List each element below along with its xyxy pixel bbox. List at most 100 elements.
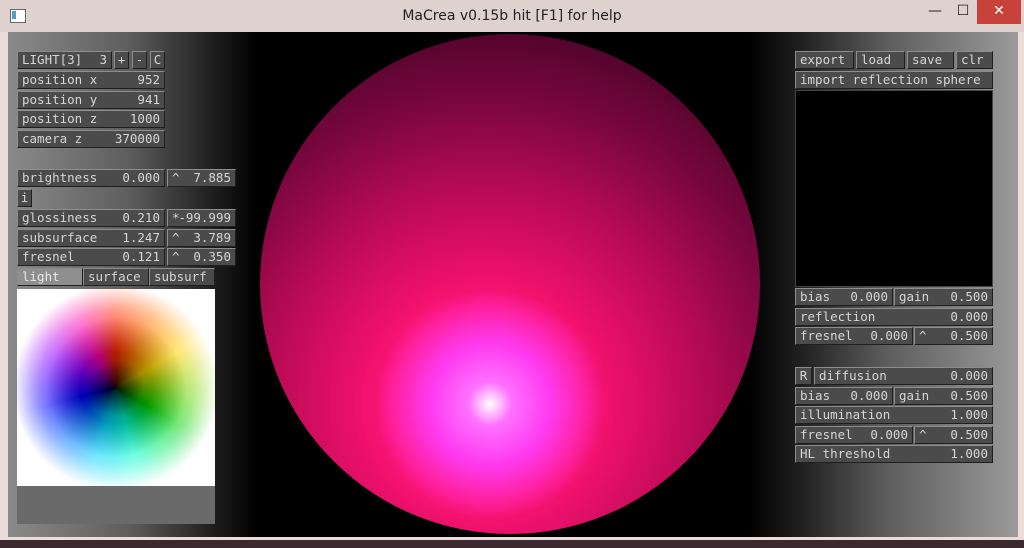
subsurface-value: 1.247 bbox=[122, 230, 160, 245]
title-bar[interactable]: MaCrea v0.15b hit [F1] for help — ☐ ✕ bbox=[0, 0, 1024, 32]
import-reflection-sphere-button[interactable]: import reflection sphere bbox=[795, 71, 993, 89]
position-y-value: 941 bbox=[137, 92, 160, 107]
color-picker-wheel[interactable] bbox=[17, 289, 215, 486]
diffusion-label: diffusion bbox=[819, 368, 887, 383]
light-selector-label: LIGHT[3] bbox=[22, 52, 83, 67]
reflection-bias-label: bias bbox=[800, 289, 831, 304]
diffusion-gain-label: gain bbox=[899, 388, 930, 403]
fresnel-label: fresnel bbox=[22, 249, 75, 264]
illumination-field[interactable]: illumination 1.000 bbox=[795, 406, 993, 424]
reflection-bias-field[interactable]: bias 0.000 bbox=[795, 288, 893, 306]
tab-subsurf[interactable]: subsurf bbox=[149, 268, 215, 286]
diffusion-fresnel-exponent-prefix: ^ bbox=[919, 427, 927, 442]
glossiness-field[interactable]: glossiness 0.210 bbox=[17, 209, 165, 227]
reflection-fresnel-value: 0.000 bbox=[870, 328, 908, 343]
glossiness-exponent-field[interactable]: * -99.999 bbox=[167, 209, 236, 227]
brightness-label: brightness bbox=[22, 170, 98, 185]
brightness-value: 0.000 bbox=[122, 170, 160, 185]
close-icon[interactable]: ✕ bbox=[977, 0, 1021, 24]
reflection-gain-field[interactable]: gain 0.500 bbox=[894, 288, 993, 306]
diffusion-bias-field[interactable]: bias 0.000 bbox=[795, 387, 893, 405]
fresnel-value: 0.121 bbox=[122, 249, 160, 264]
camera-z-label: camera z bbox=[22, 131, 83, 146]
save-button-label: save bbox=[912, 52, 943, 67]
light-selector[interactable]: LIGHT[3] 3 bbox=[17, 51, 112, 69]
reflection-fresnel-exponent-prefix: ^ bbox=[919, 328, 927, 343]
reflection-fresnel-label: fresnel bbox=[800, 328, 853, 343]
info-button[interactable]: i bbox=[17, 189, 32, 207]
hl-threshold-field[interactable]: HL threshold 1.000 bbox=[795, 445, 993, 463]
export-button[interactable]: export bbox=[795, 51, 854, 69]
position-x-field[interactable]: position x 952 bbox=[17, 71, 165, 89]
clear-button[interactable]: clr bbox=[956, 51, 993, 69]
material-preview-sphere[interactable] bbox=[260, 34, 760, 534]
app-window: MaCrea v0.15b hit [F1] for help — ☐ ✕ LI… bbox=[0, 0, 1024, 540]
reset-diffusion-button[interactable]: R bbox=[795, 367, 812, 385]
position-z-label: position z bbox=[22, 111, 98, 126]
save-button[interactable]: save bbox=[907, 51, 954, 69]
export-button-label: export bbox=[800, 52, 846, 67]
diffusion-field[interactable]: diffusion 0.000 bbox=[814, 367, 993, 385]
reflection-fresnel-exponent-field[interactable]: ^ 0.500 bbox=[914, 327, 993, 345]
position-x-label: position x bbox=[22, 72, 98, 87]
fresnel-exponent-value: 0.350 bbox=[193, 249, 231, 264]
tab-light-label: light bbox=[22, 269, 60, 284]
subsurface-label: subsurface bbox=[22, 230, 98, 245]
import-reflection-sphere-label: import reflection sphere bbox=[800, 72, 981, 87]
hl-threshold-value: 1.000 bbox=[950, 446, 988, 461]
position-y-label: position y bbox=[22, 92, 98, 107]
camera-z-field[interactable]: camera z 370000 bbox=[17, 130, 165, 148]
brightness-exponent-prefix: ^ bbox=[172, 170, 180, 185]
subsurface-exponent-value: 3.789 bbox=[193, 230, 231, 245]
load-button[interactable]: load bbox=[856, 51, 905, 69]
add-light-button[interactable]: + bbox=[114, 51, 129, 69]
color-preview-swatch bbox=[17, 486, 215, 524]
brightness-field[interactable]: brightness 0.000 bbox=[17, 169, 165, 187]
tab-subsurf-label: subsurf bbox=[154, 269, 207, 284]
reflection-field[interactable]: reflection 0.000 bbox=[795, 308, 993, 326]
load-button-label: load bbox=[861, 52, 892, 67]
maximize-icon[interactable]: ☐ bbox=[946, 0, 980, 24]
remove-light-button[interactable]: - bbox=[132, 51, 147, 69]
reflection-fresnel-field[interactable]: fresnel 0.000 bbox=[795, 327, 913, 345]
light-selector-value: 3 bbox=[99, 52, 107, 67]
reflection-gain-value: 0.500 bbox=[950, 289, 988, 304]
diffusion-fresnel-exponent-field[interactable]: ^ 0.500 bbox=[914, 426, 993, 444]
clear-light-button[interactable]: C bbox=[150, 51, 165, 69]
camera-z-value: 370000 bbox=[114, 131, 160, 146]
position-z-field[interactable]: position z 1000 bbox=[17, 110, 165, 128]
reflection-label: reflection bbox=[800, 309, 876, 324]
position-x-value: 952 bbox=[137, 72, 160, 87]
reflection-gain-label: gain bbox=[899, 289, 930, 304]
diffusion-fresnel-value: 0.000 bbox=[870, 427, 908, 442]
subsurface-exponent-prefix: ^ bbox=[172, 230, 180, 245]
position-z-value: 1000 bbox=[129, 111, 160, 126]
tab-surface-label: surface bbox=[88, 269, 141, 284]
glossiness-exponent-value: -99.999 bbox=[178, 210, 231, 225]
tab-surface[interactable]: surface bbox=[83, 268, 149, 286]
diffusion-bias-value: 0.000 bbox=[850, 388, 888, 403]
brightness-exponent-field[interactable]: ^ 7.885 bbox=[167, 169, 236, 187]
fresnel-exponent-prefix: ^ bbox=[172, 249, 180, 264]
hl-threshold-label: HL threshold bbox=[800, 446, 891, 461]
glossiness-label: glossiness bbox=[22, 210, 98, 225]
diffusion-fresnel-label: fresnel bbox=[800, 427, 853, 442]
subsurface-exponent-field[interactable]: ^ 3.789 bbox=[167, 229, 236, 247]
render-viewport[interactable]: LIGHT[3] 3 + - C position x 952 position… bbox=[8, 32, 1018, 537]
fresnel-field[interactable]: fresnel 0.121 bbox=[17, 248, 165, 266]
clear-button-label: clr bbox=[961, 52, 984, 67]
illumination-label: illumination bbox=[800, 407, 891, 422]
window-title: MaCrea v0.15b hit [F1] for help bbox=[402, 8, 622, 24]
reflection-bias-value: 0.000 bbox=[850, 289, 888, 304]
diffusion-gain-field[interactable]: gain 0.500 bbox=[894, 387, 993, 405]
subsurface-field[interactable]: subsurface 1.247 bbox=[17, 229, 165, 247]
diffusion-fresnel-field[interactable]: fresnel 0.000 bbox=[795, 426, 913, 444]
reflection-sphere-preview[interactable] bbox=[795, 90, 993, 287]
position-y-field[interactable]: position y 941 bbox=[17, 91, 165, 109]
tab-light[interactable]: light bbox=[17, 268, 83, 286]
glossiness-value: 0.210 bbox=[122, 210, 160, 225]
diffusion-fresnel-exponent-value: 0.500 bbox=[950, 427, 988, 442]
diffusion-value: 0.000 bbox=[950, 368, 988, 383]
brightness-exponent-value: 7.885 bbox=[193, 170, 231, 185]
fresnel-exponent-field[interactable]: ^ 0.350 bbox=[167, 248, 236, 266]
